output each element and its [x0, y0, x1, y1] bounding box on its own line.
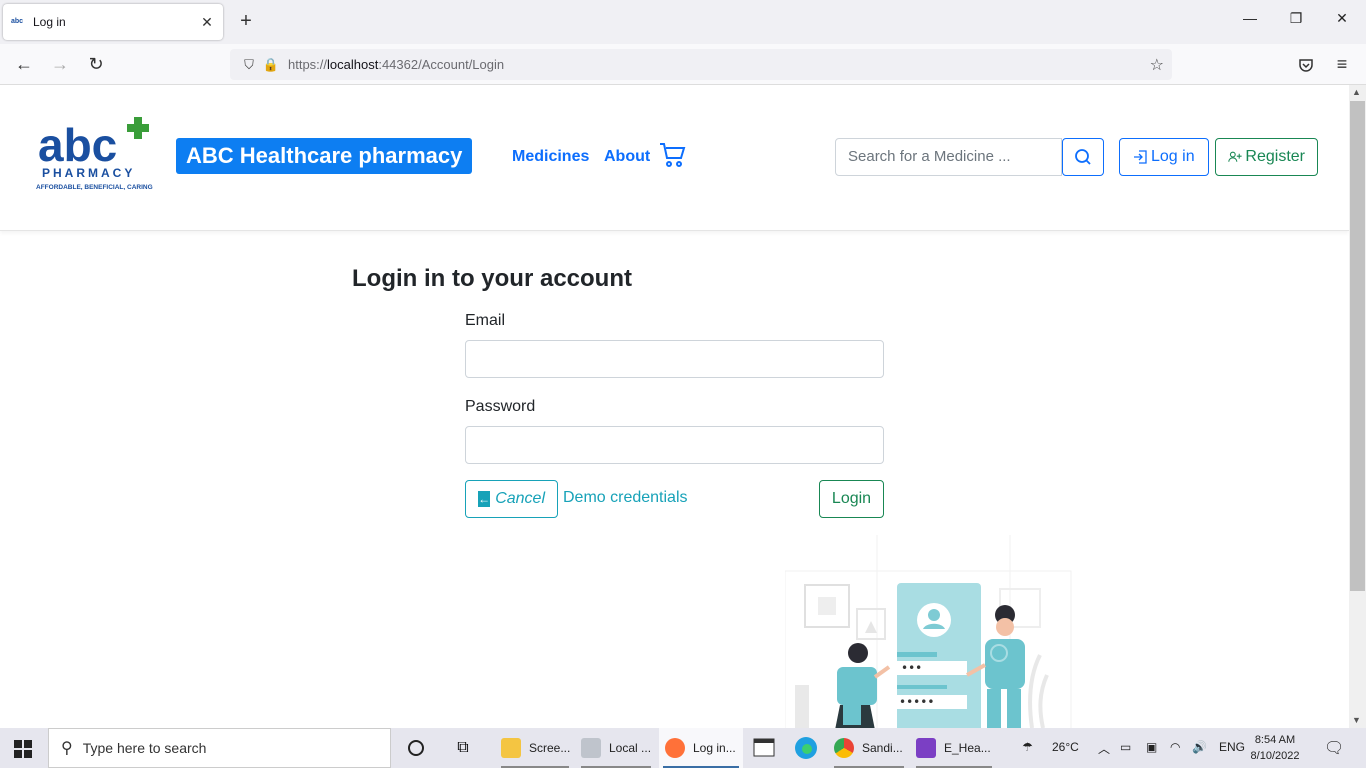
- taskbar-app-screenshots[interactable]: Scree...: [497, 728, 573, 768]
- visual-studio-icon: [916, 738, 936, 758]
- svg-text:•••: •••: [901, 661, 922, 675]
- site-brand[interactable]: ABC Healthcare pharmacy: [176, 138, 473, 174]
- login-submit-button[interactable]: Login: [819, 480, 884, 518]
- scrollbar-thumb[interactable]: [1350, 101, 1365, 591]
- taskbar-app-visual-studio[interactable]: E_Hea...: [912, 728, 996, 768]
- page-title: Login in to your account: [352, 265, 632, 292]
- medicine-search-input[interactable]: Search for a Medicine ...: [835, 138, 1062, 176]
- header-login-button[interactable]: Log in: [1119, 138, 1209, 176]
- arrow-left-icon: ←: [478, 491, 491, 507]
- language-indicator[interactable]: ENG: [1219, 740, 1245, 754]
- search-button[interactable]: [1062, 138, 1104, 176]
- header-register-button[interactable]: Register: [1215, 138, 1318, 176]
- browser-nav-bar: ← → ↻ ⛉ 🔒 https://localhost:44362/Accoun…: [0, 44, 1366, 85]
- drive-icon: [581, 738, 601, 758]
- nav-about[interactable]: About: [604, 148, 650, 166]
- edge-icon[interactable]: [794, 736, 818, 760]
- nav-medicines[interactable]: Medicines: [512, 148, 589, 166]
- pharmacy-logo[interactable]: abc PHARMACY AFFORDABLE, BENEFICIAL, CAR…: [36, 115, 158, 195]
- restore-icon[interactable]: ❐: [1286, 10, 1306, 27]
- scroll-up-icon[interactable]: ▲: [1352, 87, 1361, 97]
- meet-now-icon[interactable]: ▣: [1146, 740, 1157, 754]
- web-page: abc PHARMACY AFFORDABLE, BENEFICIAL, CAR…: [0, 85, 1349, 728]
- shopping-cart-icon[interactable]: [659, 141, 687, 169]
- notifications-icon[interactable]: 🗨: [1324, 738, 1344, 758]
- email-label: Email: [465, 312, 506, 329]
- battery-icon[interactable]: ▭: [1120, 740, 1131, 754]
- taskbar-search-box[interactable]: ⚲ Type here to search: [48, 728, 391, 768]
- volume-icon[interactable]: 🔊: [1192, 740, 1207, 754]
- login-icon: [1134, 150, 1147, 164]
- reload-icon[interactable]: ↻: [84, 53, 108, 77]
- chevron-up-icon[interactable]: ︿: [1098, 740, 1110, 757]
- taskbar-app-firefox[interactable]: Log in...: [659, 728, 743, 768]
- bookmark-star-icon[interactable]: ☆: [1150, 55, 1164, 75]
- scroll-down-icon[interactable]: ▼: [1352, 715, 1361, 725]
- svg-text:AFFORDABLE, BENEFICIAL, CARING: AFFORDABLE, BENEFICIAL, CARING: [36, 184, 153, 191]
- site-header: abc PHARMACY AFFORDABLE, BENEFICIAL, CAR…: [0, 85, 1349, 231]
- weather-icon[interactable]: ☂: [1022, 740, 1033, 754]
- shield-icon[interactable]: ⛉: [240, 57, 258, 73]
- browser-tab-bar: abc Log in ✕ + — ❐ ✕: [0, 0, 1366, 44]
- system-clock[interactable]: 8:54 AM 8/10/2022: [1248, 732, 1302, 764]
- cortana-icon[interactable]: [404, 736, 428, 760]
- new-tab-icon[interactable]: +: [236, 10, 256, 33]
- minimize-icon[interactable]: —: [1240, 10, 1260, 26]
- task-view-icon[interactable]: ⧉: [451, 736, 475, 760]
- svg-text:abc: abc: [38, 119, 117, 171]
- demo-credentials-link[interactable]: Demo credentials: [563, 489, 688, 507]
- login-illustration: ••• •••••: [784, 535, 1075, 728]
- windows-start-icon[interactable]: [14, 740, 32, 763]
- back-icon[interactable]: ←: [12, 53, 36, 77]
- menu-icon[interactable]: ≡: [1330, 53, 1354, 77]
- taskbar-app-chrome[interactable]: Sandi...: [830, 728, 908, 768]
- wifi-icon[interactable]: ◠: [1170, 740, 1180, 754]
- svg-text:•••••: •••••: [899, 695, 934, 709]
- pocket-icon[interactable]: [1294, 53, 1318, 77]
- temperature-text[interactable]: 26°C: [1052, 740, 1079, 754]
- address-bar[interactable]: ⛉ 🔒 https://localhost:44362/Account/Logi…: [230, 49, 1172, 80]
- tab-title: Log in: [33, 15, 66, 29]
- browser-tab-login[interactable]: abc Log in ✕: [3, 4, 223, 40]
- svg-text:PHARMACY: PHARMACY: [42, 166, 135, 180]
- close-tab-icon[interactable]: ✕: [199, 14, 215, 31]
- lock-icon[interactable]: 🔒: [262, 57, 280, 73]
- person-add-icon: [1228, 151, 1242, 162]
- media-player-icon[interactable]: [752, 736, 776, 760]
- cancel-button[interactable]: ← Cancel: [465, 480, 558, 518]
- page-scrollbar[interactable]: ▲ ▼: [1349, 85, 1366, 728]
- email-field[interactable]: [465, 340, 884, 378]
- url-text[interactable]: https://localhost:44362/Account/Login: [288, 57, 504, 72]
- password-label: Password: [465, 398, 536, 415]
- forward-icon[interactable]: →: [48, 53, 72, 77]
- password-field[interactable]: [465, 426, 884, 464]
- windows-taskbar: ⚲ Type here to search ⧉ Scree... Local .…: [0, 728, 1366, 768]
- search-icon: [1075, 149, 1091, 165]
- close-window-icon[interactable]: ✕: [1332, 10, 1352, 27]
- folder-icon: [501, 738, 521, 758]
- site-favicon-icon: abc: [11, 18, 24, 25]
- chrome-icon: [834, 738, 854, 758]
- taskbar-app-local[interactable]: Local ...: [577, 728, 655, 768]
- firefox-icon: [665, 738, 685, 758]
- search-icon: ⚲: [61, 740, 73, 757]
